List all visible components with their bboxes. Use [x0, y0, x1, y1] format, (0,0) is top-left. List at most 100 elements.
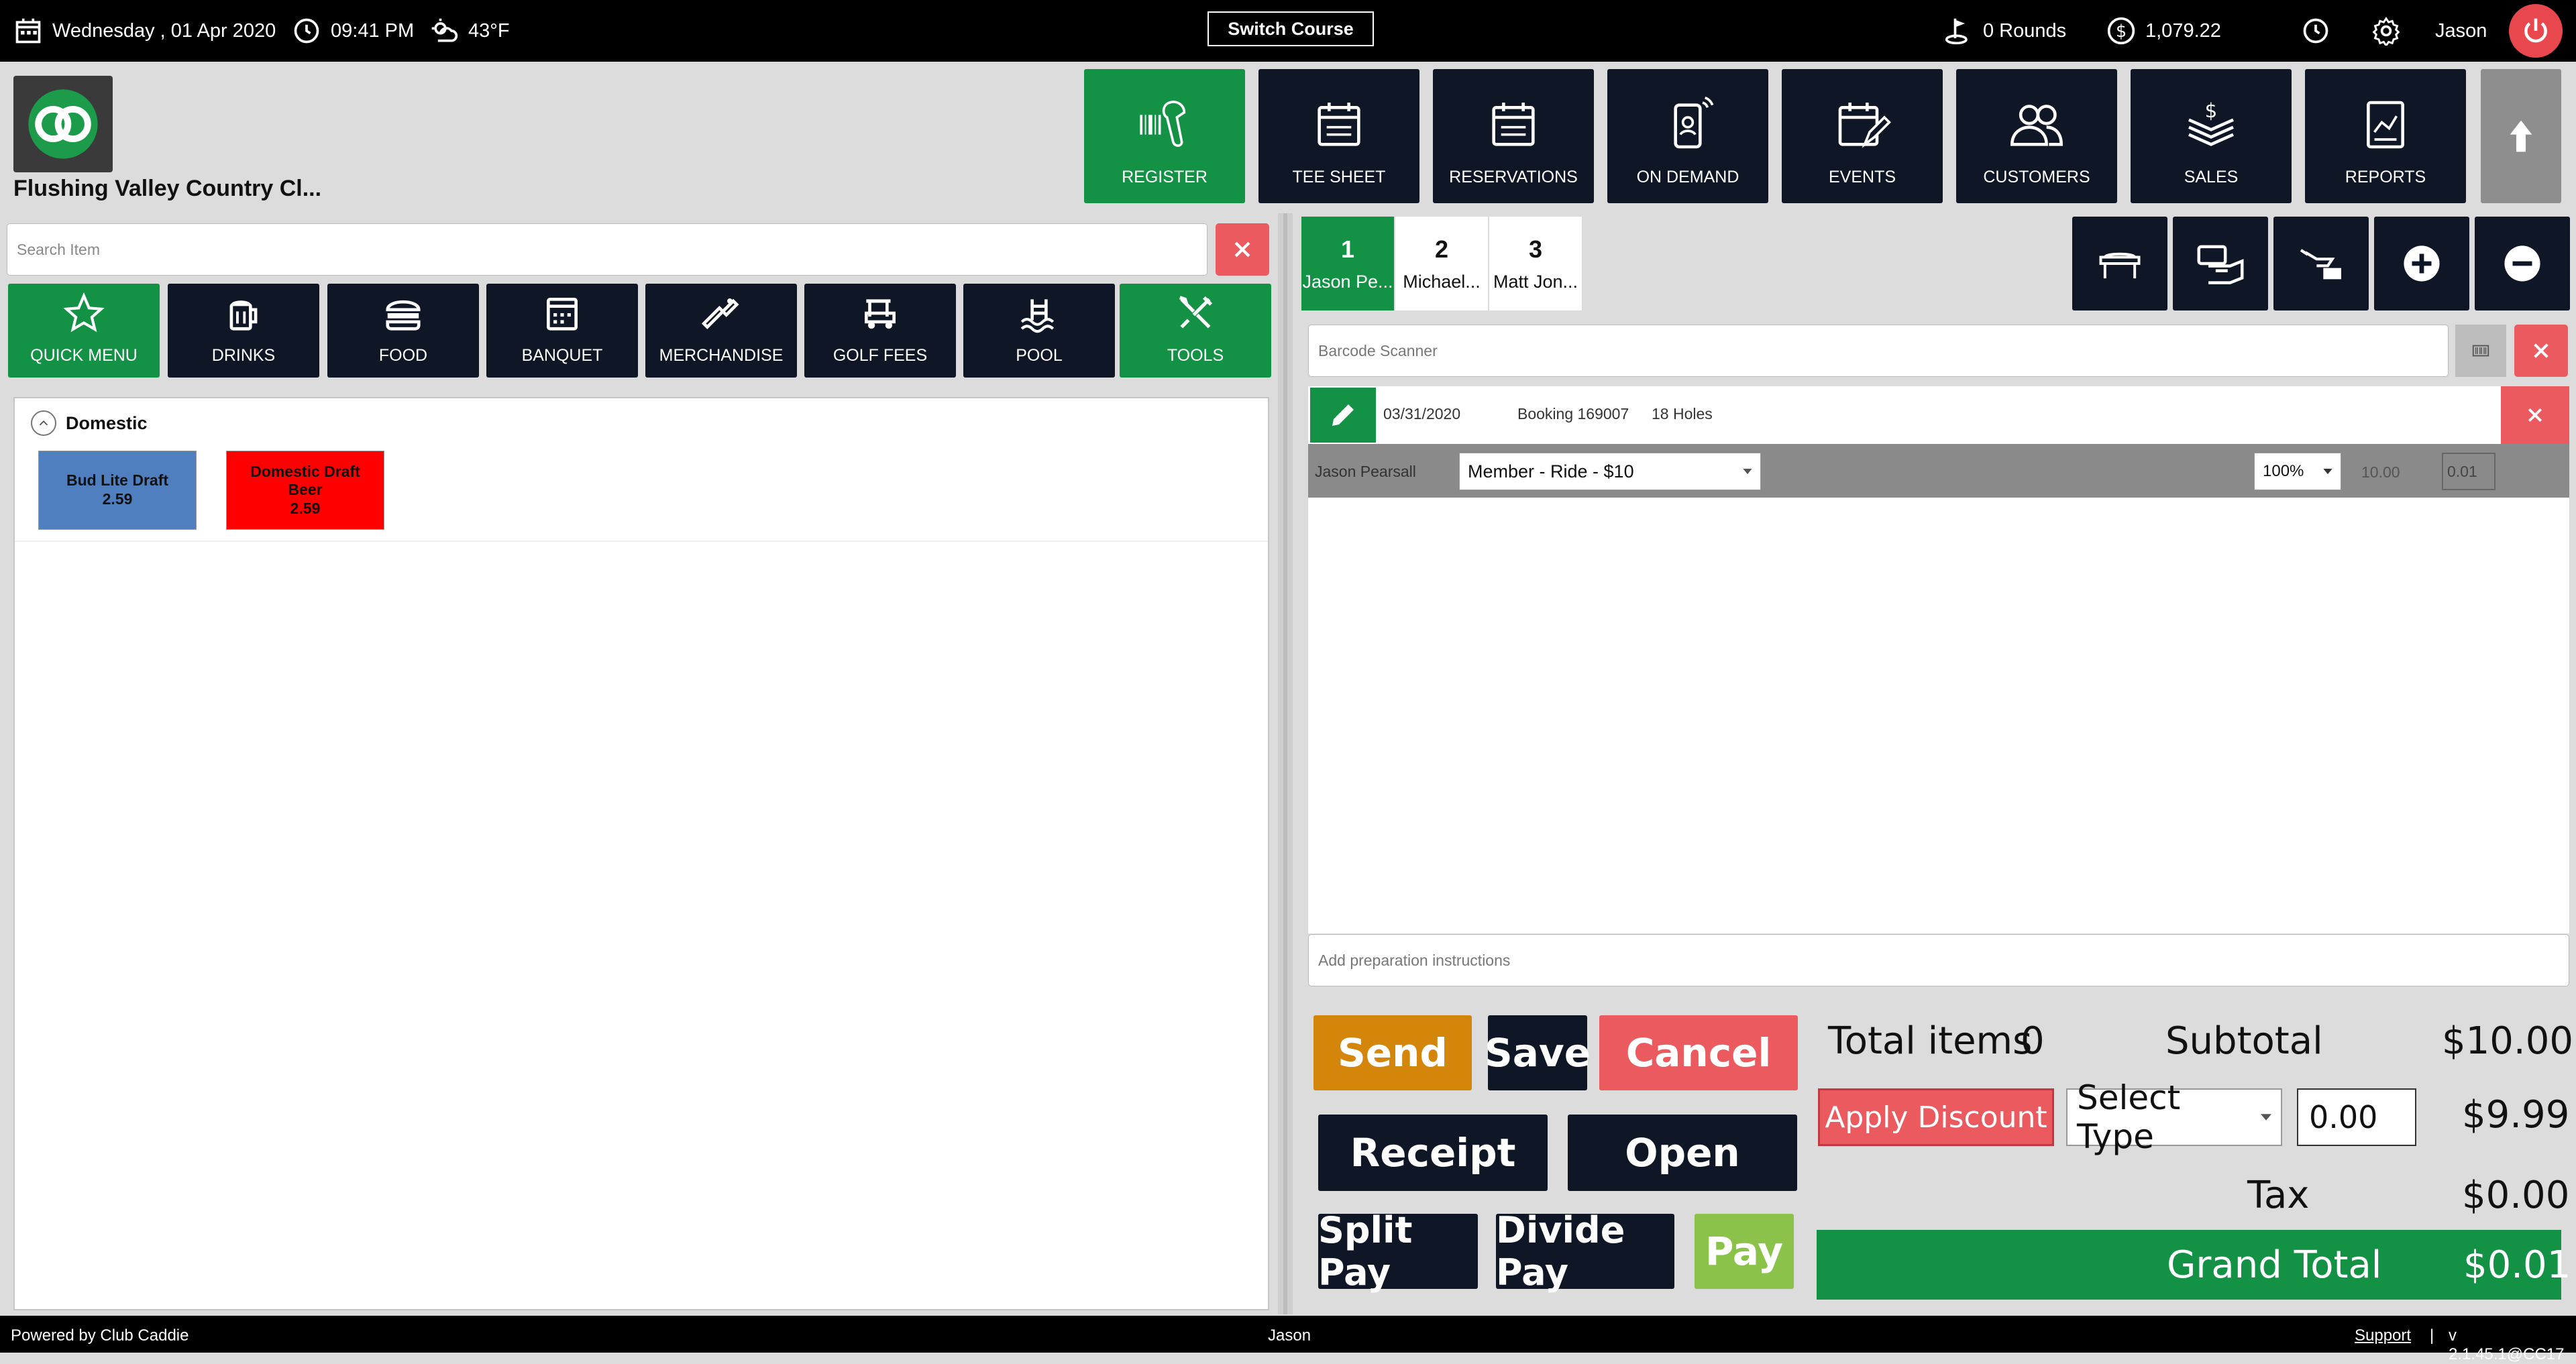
report-icon	[2356, 95, 2415, 168]
menu-item-domestic-draft-beer[interactable]: Domestic Draft Beer 2.59	[226, 451, 384, 530]
player-number: 2	[1434, 235, 1449, 263]
category-tools[interactable]: TOOLS	[1120, 284, 1271, 378]
percent-select[interactable]: 100%	[2254, 453, 2341, 490]
open-button[interactable]: Open	[1568, 1115, 1797, 1191]
footer: Powered by Club Caddie Jason Support | v…	[0, 1316, 2576, 1363]
grand-total-bar: Grand Total $0.01	[1817, 1230, 2571, 1300]
time-display: 09:41 PM	[292, 0, 414, 62]
history-button[interactable]	[2301, 0, 2330, 62]
order-lines-area	[1308, 498, 2569, 933]
burger-icon	[382, 292, 424, 346]
nav-on-demand[interactable]: ON DEMAND	[1607, 69, 1768, 203]
item-price: 2.59	[102, 490, 133, 508]
nav-customers[interactable]: CUSTOMERS	[1956, 69, 2117, 203]
group-title: Domestic	[66, 412, 148, 433]
collapse-header-button[interactable]	[2481, 69, 2561, 203]
save-button[interactable]: Save	[1485, 1015, 1591, 1090]
nav-label: SALES	[2184, 168, 2239, 186]
pool-icon	[1018, 292, 1060, 346]
remove-booking-button[interactable]	[2501, 386, 2569, 444]
panel-splitter[interactable]	[1278, 213, 1293, 1314]
caret-down-icon	[1743, 469, 1752, 474]
category-pool[interactable]: POOL	[963, 284, 1115, 378]
tag-icon	[700, 292, 742, 346]
category-merchandise[interactable]: MERCHANDISE	[645, 284, 797, 378]
cancel-button[interactable]: Cancel	[1599, 1015, 1798, 1090]
club-logo	[13, 76, 113, 172]
pencil-icon	[1327, 399, 1359, 431]
beer-icon	[223, 292, 264, 346]
dollar-icon: $	[2106, 16, 2136, 46]
send-button[interactable]: Send	[1313, 1015, 1472, 1090]
version-text: v 2.1.45.1@CC17	[2449, 1326, 2565, 1363]
split-pay-button[interactable]: Split Pay	[1318, 1209, 1478, 1294]
switch-course-button[interactable]: Switch Course	[1208, 11, 1374, 46]
increase-button[interactable]	[2374, 217, 2469, 310]
subtotal-label: Subtotal	[2165, 1019, 2323, 1063]
booking-date: 03/31/2020	[1383, 405, 1461, 422]
line-total-input[interactable]: 0.01	[2442, 453, 2496, 490]
banquet-icon	[541, 292, 583, 346]
nav-tee-sheet[interactable]: TEE SHEET	[1258, 69, 1419, 203]
apply-discount-button[interactable]: Apply Discount	[1818, 1088, 2054, 1146]
nav-sales[interactable]: $ SALES	[2131, 69, 2292, 203]
calendar-edit-icon	[1833, 95, 1892, 168]
power-button[interactable]	[2509, 4, 2563, 58]
search-item-input[interactable]: Search Item	[7, 223, 1208, 276]
nav-label: TEE SHEET	[1292, 168, 1386, 186]
nav-label: REPORTS	[2345, 168, 2426, 186]
chevron-up-icon[interactable]	[31, 410, 56, 436]
preparation-instructions-input[interactable]: Add preparation instructions	[1308, 934, 2569, 986]
golf-flag-icon	[1944, 16, 1974, 46]
category-label: DRINKS	[211, 346, 276, 365]
barcode-scanner-icon	[1135, 95, 1194, 168]
decrease-button[interactable]	[2475, 217, 2570, 310]
discount-type-select[interactable]: Select Type	[2066, 1078, 2282, 1156]
category-banquet[interactable]: BANQUET	[486, 284, 638, 378]
caret-down-icon	[2323, 469, 2332, 474]
player-tab-3[interactable]: 3 Matt Jon...	[1489, 217, 1582, 310]
category-label: GOLF FEES	[833, 346, 928, 365]
category-food[interactable]: FOOD	[327, 284, 479, 378]
tools-icon	[1175, 292, 1216, 346]
player-tab-1[interactable]: 1 Jason Pe...	[1301, 217, 1394, 310]
player-tab-2[interactable]: 2 Michael...	[1395, 217, 1488, 310]
discount-amount: $9.99	[2462, 1093, 2570, 1137]
weather-text: 43°F	[468, 19, 510, 42]
menu-item-bud-lite-draft[interactable]: Bud Lite Draft 2.59	[38, 451, 197, 530]
rate-select[interactable]: Member - Ride - $10	[1459, 453, 1761, 490]
nav-events[interactable]: EVENTS	[1782, 69, 1943, 203]
support-link[interactable]: Support	[2355, 1326, 2411, 1345]
users-icon	[2007, 95, 2066, 168]
divide-pay-button[interactable]: Divide Pay	[1496, 1209, 1674, 1294]
category-quick-menu[interactable]: QUICK MENU	[8, 284, 160, 378]
player-name: Michael...	[1403, 271, 1481, 292]
transfer-button[interactable]	[2273, 217, 2369, 310]
settings-button[interactable]	[2371, 0, 2401, 62]
edit-booking-button[interactable]	[1310, 388, 1376, 443]
rounds-display: 0 Rounds	[1944, 0, 2066, 62]
clear-barcode-button[interactable]	[2514, 325, 2568, 377]
club-name: Flushing Valley Country Cl...	[13, 176, 322, 201]
category-golf-fees[interactable]: GOLF FEES	[804, 284, 956, 378]
receipt-button[interactable]: Receipt	[1318, 1115, 1548, 1191]
discount-value-input[interactable]: 0.00	[2297, 1088, 2416, 1146]
table-button[interactable]	[2072, 217, 2167, 310]
calendar-icon	[13, 16, 43, 46]
nav-register[interactable]: REGISTER	[1084, 69, 1245, 203]
date-display: Wednesday , 01 Apr 2020	[13, 0, 276, 62]
nav-reservations[interactable]: RESERVATIONS	[1433, 69, 1594, 203]
table-icon	[2094, 238, 2145, 289]
group-header-domestic[interactable]: Domestic	[31, 410, 148, 436]
clear-search-button[interactable]	[1216, 223, 1269, 276]
nav-reports[interactable]: REPORTS	[2305, 69, 2466, 203]
pay-button[interactable]: Pay	[1695, 1214, 1794, 1289]
barcode-scanner-input[interactable]: Barcode Scanner	[1308, 325, 2449, 377]
barcode-button[interactable]	[2455, 325, 2506, 377]
grand-total-value: $0.01	[2463, 1243, 2571, 1287]
gear-icon	[2371, 16, 2401, 46]
hand-card-button[interactable]	[2173, 217, 2268, 310]
total-items-label: Total items	[1828, 1019, 2033, 1063]
category-drinks[interactable]: DRINKS	[168, 284, 319, 378]
grand-total-label: Grand Total	[2167, 1243, 2382, 1287]
